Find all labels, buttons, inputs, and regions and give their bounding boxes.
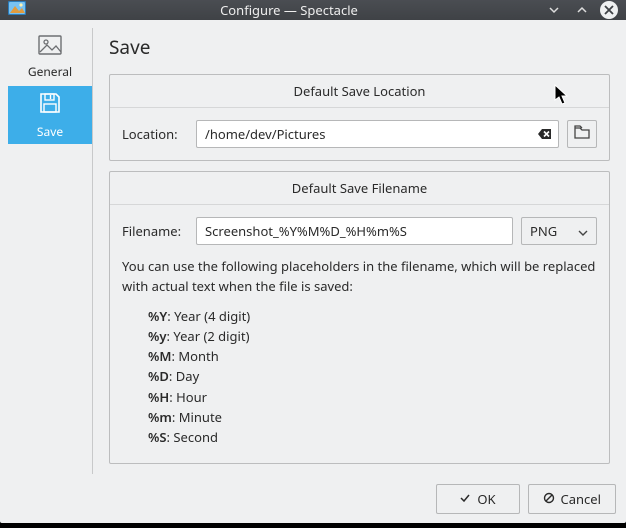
floppy-icon	[38, 91, 62, 119]
main-panel: Save Default Save Location Location:	[93, 28, 618, 474]
filename-label: Filename:	[122, 222, 188, 240]
close-button[interactable]	[600, 1, 618, 19]
placeholder-item: %H: Hour	[148, 387, 597, 407]
placeholder-item: %m: Minute	[148, 407, 597, 427]
titlebar: Configure — Spectacle	[0, 0, 626, 20]
sidebar: General Save	[8, 28, 93, 474]
check-icon	[459, 490, 471, 508]
placeholder-item: %M: Month	[148, 346, 597, 366]
format-value: PNG	[530, 222, 557, 240]
cancel-icon	[543, 490, 555, 508]
button-row: OK Cancel	[8, 474, 618, 520]
folder-icon	[574, 125, 590, 143]
button-label: Cancel	[561, 490, 601, 508]
group-save-filename: Default Save Filename Filename: PNG	[109, 171, 610, 464]
sidebar-item-label: Save	[37, 123, 63, 140]
button-label: OK	[477, 490, 495, 508]
sidebar-item-label: General	[28, 63, 72, 80]
dialog-body: General Save Save Default Save Location	[0, 20, 626, 528]
window-controls	[544, 0, 618, 20]
location-input[interactable]	[196, 120, 559, 148]
group-title: Default Save Location	[110, 75, 609, 108]
format-select[interactable]: PNG	[521, 217, 597, 245]
content-row: General Save Save Default Save Location	[8, 28, 618, 474]
placeholder-item: %D: Day	[148, 366, 597, 386]
window-title: Configure — Spectacle	[34, 1, 544, 19]
location-label: Location:	[122, 125, 188, 143]
ok-button[interactable]: OK	[436, 484, 520, 514]
image-icon	[38, 35, 62, 59]
sidebar-item-general[interactable]: General	[8, 28, 92, 86]
placeholder-item: %S: Second	[148, 427, 597, 447]
help-text: You can use the following placeholders i…	[122, 257, 597, 296]
placeholder-list: %Y: Year (4 digit) %y: Year (2 digit) %M…	[148, 306, 597, 447]
window: Configure — Spectacle General	[0, 0, 626, 523]
group-title: Default Save Filename	[110, 172, 609, 205]
maximize-button[interactable]	[572, 0, 592, 20]
chevron-down-icon	[578, 222, 588, 240]
group-save-location: Default Save Location Location:	[109, 74, 610, 161]
page-title: Save	[109, 34, 610, 60]
app-icon	[8, 1, 34, 19]
placeholder-item: %Y: Year (4 digit)	[148, 306, 597, 326]
minimize-button[interactable]	[544, 0, 564, 20]
sidebar-item-save[interactable]: Save	[8, 86, 92, 144]
cancel-button[interactable]: Cancel	[528, 484, 616, 514]
browse-button[interactable]	[567, 120, 597, 148]
filename-input[interactable]	[196, 217, 513, 245]
placeholder-item: %y: Year (2 digit)	[148, 326, 597, 346]
clear-icon[interactable]	[537, 126, 553, 142]
